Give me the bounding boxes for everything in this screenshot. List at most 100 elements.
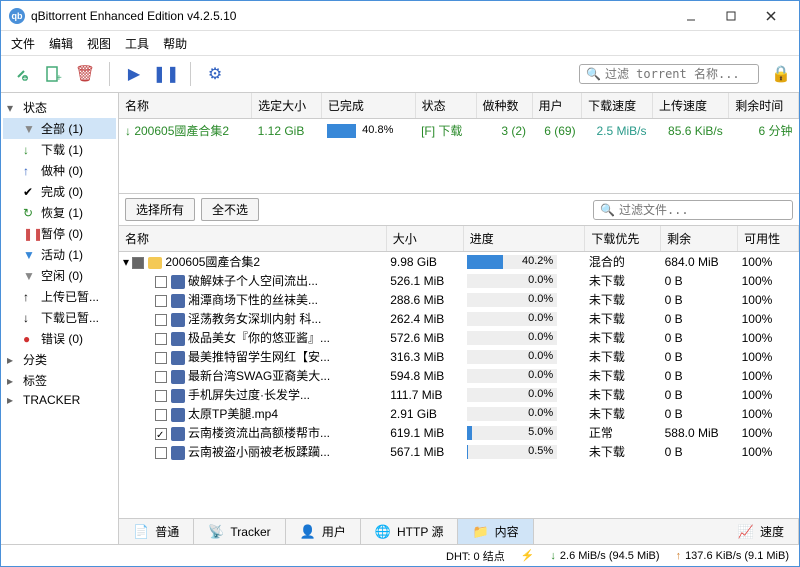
tab[interactable]: 📡Tracker	[194, 519, 285, 544]
sidebar-item[interactable]: ▼活动 (1)	[3, 244, 116, 265]
checkbox[interactable]	[155, 333, 167, 345]
search-icon: 🔍	[586, 67, 601, 81]
file-row[interactable]: 最美推特留学生网红【安...316.3 MiB0.0%未下载0 B100%	[119, 347, 799, 366]
checkbox[interactable]	[155, 409, 167, 421]
checkbox[interactable]	[132, 257, 144, 269]
tab-label: 内容	[495, 523, 519, 540]
file-row[interactable]: 云南楼资流出高额楼帮市...619.1 MiB5.0%正常588.0 MiB10…	[119, 423, 799, 442]
column-header[interactable]: 状态	[415, 93, 476, 119]
menu-view[interactable]: 视图	[87, 35, 111, 52]
menu-help[interactable]: 帮助	[163, 35, 187, 52]
column-header[interactable]: 用户	[532, 93, 582, 119]
expand-icon[interactable]: ▾	[123, 255, 129, 269]
tab[interactable]: 🌐HTTP 源	[361, 519, 459, 544]
select-none-button[interactable]: 全不选	[201, 198, 259, 221]
tab[interactable]: 📈速度	[724, 519, 799, 544]
add-link-button[interactable]: +	[9, 62, 33, 86]
delete-button[interactable]: 🗑	[73, 62, 97, 86]
torrent-row[interactable]: ↓ 200605國產合集21.12 GiB40.8%[F] 下载3 (2)6 (…	[119, 119, 799, 143]
sidebar-item[interactable]: ↓下载已暂...	[3, 307, 116, 328]
menu-file[interactable]: 文件	[11, 35, 35, 52]
file-remaining: 0 B	[661, 347, 738, 366]
column-header[interactable]: 做种数	[476, 93, 532, 119]
file-row[interactable]: 云南被盗小丽被老板蹂躏...567.1 MiB0.5%未下载0 B100%	[119, 442, 799, 461]
sidebar-item[interactable]: ▾状态	[3, 97, 116, 118]
file-row-root[interactable]: ▾ 200605國產合集29.98 GiB40.2%混合的684.0 MiB10…	[119, 252, 799, 272]
select-all-button[interactable]: 选择所有	[125, 198, 195, 221]
minimize-button[interactable]	[671, 2, 711, 30]
file-avail: 100%	[738, 309, 799, 328]
lock-icon[interactable]: 🔒	[771, 64, 791, 84]
file-priority: 混合的	[585, 252, 661, 272]
file-search-box[interactable]: 🔍	[593, 200, 793, 220]
column-header[interactable]: 剩余	[661, 226, 738, 252]
file-icon	[171, 427, 185, 441]
file-priority: 未下载	[585, 385, 661, 404]
sidebar-label: TRACKER	[23, 393, 80, 407]
tab[interactable]: 📄普通	[119, 519, 194, 544]
file-row[interactable]: 淫荡教务女深圳内射 科...262.4 MiB0.0%未下载0 B100%	[119, 309, 799, 328]
sidebar-item[interactable]: ▼全部 (1)	[3, 118, 116, 139]
checkbox[interactable]	[155, 390, 167, 402]
checkbox[interactable]	[155, 352, 167, 364]
checkbox[interactable]	[155, 371, 167, 383]
file-priority: 正常	[585, 423, 661, 442]
titlebar: qb qBittorrent Enhanced Edition v4.2.5.1…	[1, 1, 799, 31]
sidebar-item[interactable]: ❚❚暂停 (0)	[3, 223, 116, 244]
sidebar-item[interactable]: ↑上传已暂...	[3, 286, 116, 307]
sidebar-item[interactable]: ↓下载 (1)	[3, 139, 116, 160]
column-header[interactable]: 名称	[119, 93, 252, 119]
speed-limit-icon[interactable]: ⚡	[521, 549, 535, 562]
tab[interactable]: 👤用户	[286, 519, 361, 544]
file-progress: 0.0%	[463, 366, 585, 385]
sidebar-item[interactable]: ✔完成 (0)	[3, 181, 116, 202]
search-box[interactable]: 🔍	[579, 64, 759, 84]
menu-tools[interactable]: 工具	[125, 35, 149, 52]
column-header[interactable]: 剩余时间	[729, 93, 799, 119]
file-remaining: 588.0 MiB	[661, 423, 738, 442]
tab[interactable]: 📁内容	[458, 519, 533, 544]
menu-edit[interactable]: 编辑	[49, 35, 73, 52]
file-row[interactable]: 破解妹子个人空间流出...526.1 MiB0.0%未下载0 B100%	[119, 271, 799, 290]
sidebar-item[interactable]: ▼空闲 (0)	[3, 265, 116, 286]
sidebar-item[interactable]: ●错误 (0)	[3, 328, 116, 349]
file-search-input[interactable]	[619, 203, 786, 217]
column-header[interactable]: 下载优先	[585, 226, 661, 252]
file-row[interactable]: 湘潭商场下性的丝袜美...288.6 MiB0.0%未下载0 B100%	[119, 290, 799, 309]
file-icon	[171, 370, 185, 384]
column-header[interactable]: 已完成	[321, 93, 415, 119]
checkbox[interactable]	[155, 428, 167, 440]
maximize-button[interactable]	[711, 2, 751, 30]
sidebar-item[interactable]: ▸标签	[3, 370, 116, 391]
column-header[interactable]: 下载速度	[582, 93, 653, 119]
add-file-button[interactable]: +	[41, 62, 65, 86]
checkbox[interactable]	[155, 295, 167, 307]
sidebar-item[interactable]: ↻恢复 (1)	[3, 202, 116, 223]
column-header[interactable]: 上传速度	[652, 93, 728, 119]
file-row[interactable]: 手机屏失过度·长发学...111.7 MiB0.0%未下载0 B100%	[119, 385, 799, 404]
column-header[interactable]: 选定大小	[252, 93, 322, 119]
file-row[interactable]: 极品美女『你的悠亚酱』...572.6 MiB0.0%未下载0 B100%	[119, 328, 799, 347]
file-progress: 0.5%	[463, 442, 585, 461]
settings-button[interactable]: ⚙	[203, 62, 227, 86]
file-priority: 未下载	[585, 309, 661, 328]
checkbox[interactable]	[155, 314, 167, 326]
sidebar-item[interactable]: ▸TRACKER	[3, 391, 116, 409]
sidebar-item[interactable]: ↑做种 (0)	[3, 160, 116, 181]
close-button[interactable]	[751, 2, 791, 30]
sidebar-item[interactable]: ▸分类	[3, 349, 116, 370]
torrent-size: 1.12 GiB	[252, 119, 322, 143]
resume-button[interactable]: ▶	[122, 62, 146, 86]
search-input[interactable]	[605, 67, 758, 81]
column-header[interactable]: 名称	[119, 226, 386, 252]
column-header[interactable]: 进度	[463, 226, 585, 252]
checkbox[interactable]	[155, 276, 167, 288]
torrent-dlspeed: 2.5 MiB/s	[582, 119, 653, 143]
checkbox[interactable]	[155, 447, 167, 459]
column-header[interactable]: 可用性	[738, 226, 799, 252]
pause-button[interactable]: ❚❚	[154, 62, 178, 86]
file-row[interactable]: 太原TP美腿.mp42.91 GiB0.0%未下载0 B100%	[119, 404, 799, 423]
column-header[interactable]: 大小	[386, 226, 463, 252]
app-window: qb qBittorrent Enhanced Edition v4.2.5.1…	[0, 0, 800, 567]
file-row[interactable]: 最新台湾SWAG亚裔美大...594.8 MiB0.0%未下载0 B100%	[119, 366, 799, 385]
